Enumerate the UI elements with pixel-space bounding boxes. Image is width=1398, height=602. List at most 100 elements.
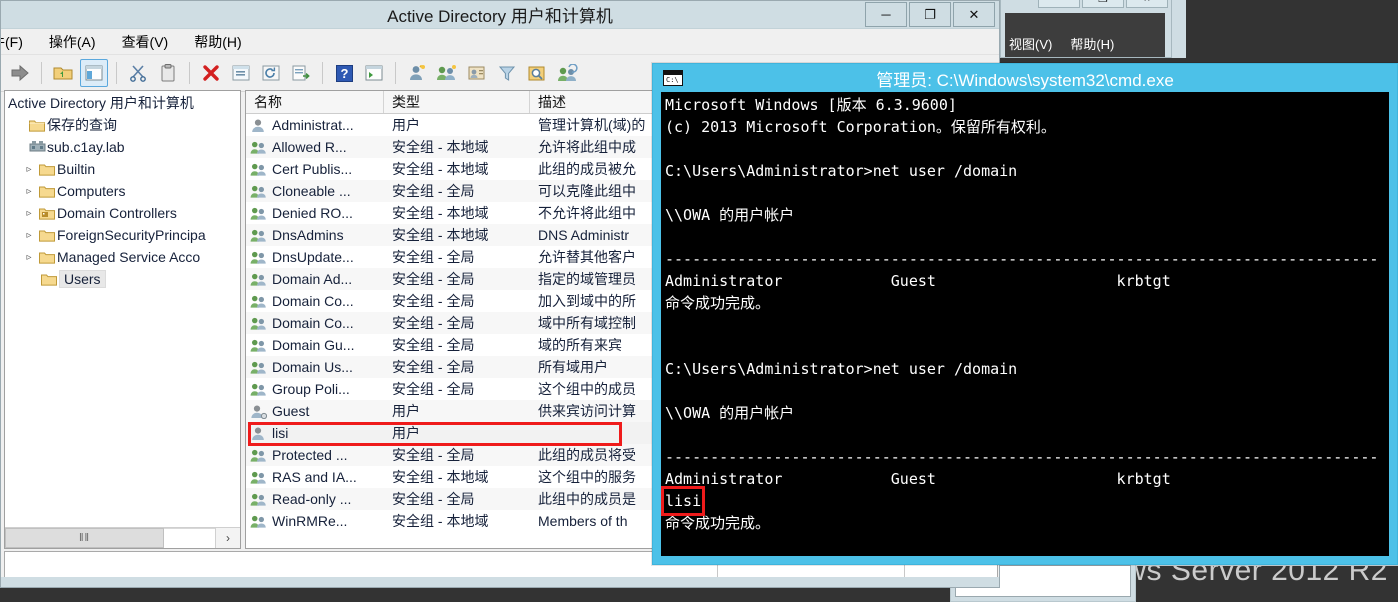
command-prompt-window[interactable]: C:\ 管理员: C:\Windows\system32\cmd.exe Mic… [652, 63, 1398, 565]
cell-type: 安全组 - 全局 [392, 271, 475, 287]
cell-type: 安全组 - 全局 [392, 293, 475, 309]
tree-item-computers[interactable]: ▹ Computers [5, 180, 240, 202]
cell-name: Allowed R... [246, 139, 384, 155]
tree-root[interactable]: Active Directory 用户和计算机 [5, 92, 240, 114]
tree-item-foreign-security-principals[interactable]: ▹ ForeignSecurityPrincipa [5, 224, 240, 246]
ad-menubar[interactable]: 件(F) 操作(A) 查看(V) 帮助(H) [1, 29, 999, 55]
properties-icon[interactable] [228, 60, 254, 86]
chevron-right-icon[interactable]: ▹ [21, 252, 37, 263]
ad-window-controls[interactable]: ─ ❐ ✕ [865, 2, 995, 27]
chevron-right-icon[interactable]: ▹ [21, 208, 37, 219]
scrollbar-thumb[interactable]: ‖‖ [5, 528, 164, 548]
background-menu-help[interactable]: 帮助(H) [1070, 34, 1114, 53]
annotation-highlight-text: lisi [661, 486, 706, 516]
menu-help[interactable]: 帮助(H) [194, 32, 241, 52]
console-tree-pane[interactable]: Active Directory 用户和计算机 保存的查询 sub.c1ay.l… [4, 90, 241, 549]
group-icon [250, 492, 268, 507]
background-close-button[interactable]: × [1126, 0, 1168, 8]
tree-item-saved-queries[interactable]: 保存的查询 [5, 114, 240, 136]
cell-type: 安全组 - 全局 [392, 183, 475, 199]
cmd-titlebar[interactable]: C:\ 管理员: C:\Windows\system32\cmd.exe [653, 64, 1397, 92]
refresh-icon[interactable] [258, 60, 284, 86]
tree-item-label: Managed Service Acco [57, 249, 201, 265]
find-icon[interactable] [524, 60, 550, 86]
tree-item-domain[interactable]: sub.c1ay.lab [5, 136, 240, 158]
row-name-label: Denied RO... [272, 205, 353, 221]
row-name-label: lisi [272, 425, 289, 441]
background-minimize-button[interactable]: ─ [1038, 0, 1080, 8]
ad-window-footer [1, 577, 999, 587]
cell-name: lisi [246, 425, 384, 441]
tree-item-domain-controllers[interactable]: ▹ Domain Controllers [5, 202, 240, 224]
menu-action[interactable]: 操作(A) [49, 32, 96, 52]
paste-icon[interactable] [155, 60, 181, 86]
tree-item-managed-service-accounts[interactable]: ▹ Managed Service Acco [5, 246, 240, 268]
chevron-right-icon[interactable]: ▹ [21, 230, 37, 241]
group-icon [250, 294, 268, 309]
row-name-label: WinRMRe... [272, 513, 348, 529]
row-name-label: DnsUpdate... [272, 249, 354, 265]
tree-item-users[interactable]: Users [5, 268, 240, 290]
cut-icon[interactable] [125, 60, 151, 86]
background-maximize-button[interactable]: ❐ [1082, 0, 1124, 8]
forward-arrow-icon[interactable] [7, 60, 33, 86]
column-header-name[interactable]: 名称 [246, 91, 384, 113]
console-line: \\OWA 的用户帐户 [665, 206, 795, 224]
scrollbar-track[interactable] [164, 528, 215, 548]
chevron-right-icon[interactable]: ▹ [21, 186, 37, 197]
tree-item-label: 保存的查询 [47, 117, 117, 133]
background-window[interactable]: ─ ❐ × 视图(V) 帮助(H) [1000, 0, 1172, 58]
toolbar-separator [116, 62, 117, 84]
console-tree[interactable]: Active Directory 用户和计算机 保存的查询 sub.c1ay.l… [5, 91, 240, 527]
group-icon [250, 140, 268, 155]
background-menu-view[interactable]: 视图(V) [1009, 34, 1052, 53]
group-icon [250, 250, 268, 265]
cell-name: Cloneable ... [246, 183, 384, 199]
chevron-right-icon[interactable]: ▹ [21, 164, 37, 175]
cell-name: WinRMRe... [246, 513, 384, 529]
group-icon [250, 360, 268, 375]
export-list-icon[interactable] [288, 60, 314, 86]
cell-name: DnsUpdate... [246, 249, 384, 265]
background-window-menubar[interactable]: 视图(V) 帮助(H) [1005, 13, 1165, 57]
column-header-type[interactable]: 类型 [384, 91, 530, 113]
scrollbar-right-arrow-icon[interactable]: › [215, 528, 240, 548]
group-icon [250, 448, 268, 463]
show-hide-console-tree-icon[interactable] [80, 59, 108, 87]
tree-item-builtin[interactable]: ▹ Builtin [5, 158, 240, 180]
menu-file[interactable]: 件(F) [1, 32, 23, 52]
help-icon[interactable]: ? [331, 60, 357, 86]
new-group-icon[interactable] [434, 60, 460, 86]
console-line: C:\Users\Administrator>net user /domain [665, 360, 1018, 378]
cell-type: 安全组 - 本地域 [392, 205, 489, 221]
group-icon [250, 382, 268, 397]
tree-item-label: Computers [57, 183, 126, 199]
row-name-label: Cloneable ... [272, 183, 351, 199]
ad-titlebar[interactable]: Active Directory 用户和计算机 ─ ❐ ✕ [1, 1, 999, 29]
row-name-label: Read-only ... [272, 491, 352, 507]
console-line: (c) 2013 Microsoft Corporation。保留所有权利。 [665, 118, 1056, 136]
group-icon [250, 338, 268, 353]
new-user-icon[interactable] [404, 60, 430, 86]
menu-view[interactable]: 查看(V) [122, 32, 169, 52]
ad-close-button[interactable]: ✕ [953, 2, 995, 27]
tree-horizontal-scrollbar[interactable]: ‖‖ › [5, 527, 240, 548]
background-window-controls[interactable]: ─ ❐ × [1001, 0, 1171, 9]
tree-item-label: Builtin [57, 161, 96, 177]
cmd-console-output[interactable]: Microsoft Windows [版本 6.3.9600] (c) 2013 … [661, 92, 1389, 556]
ad-maximize-button[interactable]: ❐ [909, 2, 951, 27]
ad-minimize-button[interactable]: ─ [865, 2, 907, 27]
row-name-label: DnsAdmins [272, 227, 344, 243]
up-folder-icon[interactable] [50, 60, 76, 86]
filter-icon[interactable] [494, 60, 520, 86]
add-member-icon[interactable] [554, 60, 580, 86]
show-hide-action-pane-icon[interactable] [361, 60, 387, 86]
console-line: Administrator Guest krbtgt [665, 272, 1171, 290]
group-icon [250, 272, 268, 287]
new-contact-icon[interactable] [464, 60, 490, 86]
delete-icon[interactable] [198, 60, 224, 86]
user-disabled-icon [250, 404, 268, 419]
